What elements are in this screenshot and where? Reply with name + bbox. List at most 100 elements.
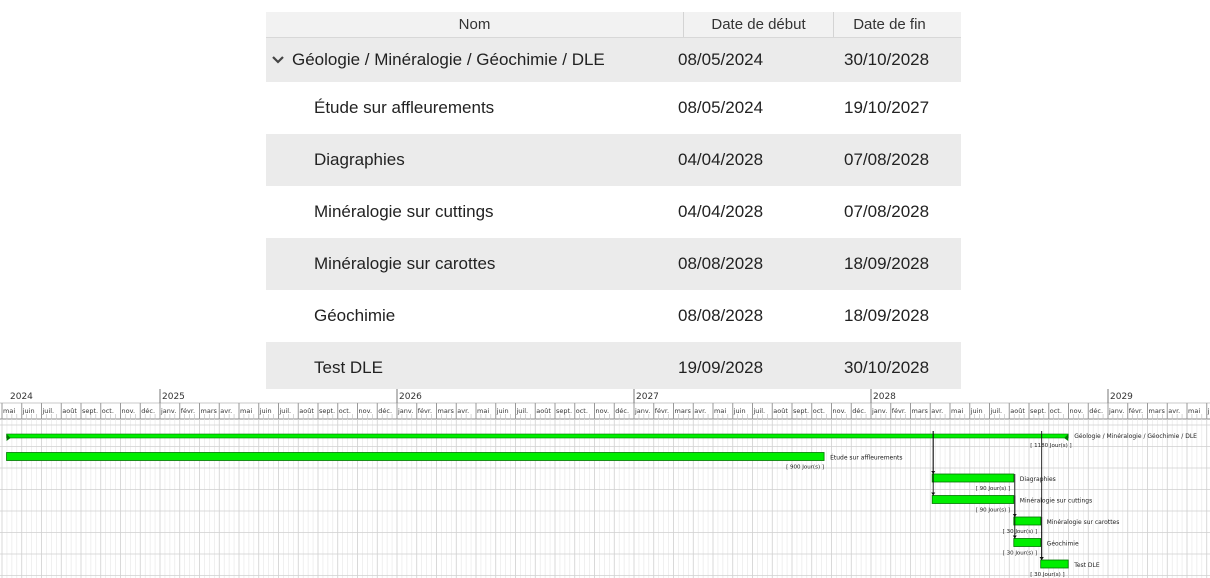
month-label: janv. bbox=[634, 407, 650, 415]
month-label: juin bbox=[496, 407, 509, 415]
month-label: oct. bbox=[576, 407, 588, 415]
month-label: nov. bbox=[359, 407, 373, 415]
column-header-name[interactable]: Nom bbox=[266, 12, 684, 37]
task-bar bbox=[1013, 516, 1042, 526]
table-row[interactable]: Étude sur affleurements 08/05/2024 19/10… bbox=[266, 82, 961, 134]
month-label: févr. bbox=[892, 407, 906, 415]
month-label: déc. bbox=[615, 407, 629, 415]
month-label: avr. bbox=[457, 407, 469, 415]
dependency-arrowhead bbox=[1012, 535, 1017, 539]
month-label: sept. bbox=[1030, 407, 1046, 415]
month-label: juil. bbox=[753, 407, 766, 415]
task-start-date: 04/04/2028 bbox=[678, 150, 764, 169]
month-label: avr. bbox=[694, 407, 706, 415]
month-label: août bbox=[1010, 407, 1025, 415]
month-label: févr. bbox=[655, 407, 669, 415]
month-label: nov. bbox=[122, 407, 136, 415]
month-label: oct. bbox=[1050, 407, 1062, 415]
task-bar bbox=[1013, 538, 1042, 547]
month-label: avr. bbox=[1168, 407, 1180, 415]
dependency-arrowhead bbox=[1039, 557, 1044, 560]
task-duration-label: [ 1180 Jour(s) ] bbox=[1030, 443, 1071, 449]
month-label: avr. bbox=[931, 407, 943, 415]
month-label: juin bbox=[259, 407, 272, 415]
task-name: Géologie / Minéralogie / Géochimie / DLE bbox=[292, 50, 605, 69]
table-row[interactable]: Test DLE 19/09/2028 30/10/2028 bbox=[266, 342, 961, 394]
month-label: août bbox=[62, 407, 77, 415]
task-bar-label: Géologie / Minéralogie / Géochimie / DLE bbox=[1074, 433, 1197, 440]
month-label: sept. bbox=[319, 407, 335, 415]
month-label: avr. bbox=[220, 407, 232, 415]
month-label: nov. bbox=[833, 407, 847, 415]
task-name: Minéralogie sur carottes bbox=[314, 254, 496, 273]
task-bar-label: Étude sur affleurements bbox=[830, 454, 902, 462]
table-row[interactable]: Géologie / Minéralogie / Géochimie / DLE… bbox=[266, 38, 961, 82]
month-label: mars bbox=[201, 407, 218, 415]
month-label: oct. bbox=[813, 407, 825, 415]
month-label: août bbox=[299, 407, 314, 415]
task-start-date: 08/05/2024 bbox=[678, 50, 764, 69]
chevron-down-icon[interactable] bbox=[272, 54, 284, 66]
month-label: août bbox=[536, 407, 551, 415]
task-duration-label: [ 90 Jour(s) ] bbox=[976, 486, 1010, 492]
task-bar-label: Minéralogie sur carottes bbox=[1047, 519, 1120, 526]
month-label: mai bbox=[714, 407, 726, 415]
task-name: Test DLE bbox=[314, 358, 383, 377]
column-header-end[interactable]: Date de fin bbox=[834, 12, 945, 37]
task-end-date: 07/08/2028 bbox=[844, 202, 930, 221]
month-label: août bbox=[773, 407, 788, 415]
month-label: mars bbox=[912, 407, 929, 415]
month-label: mai bbox=[1188, 407, 1200, 415]
month-label: mai bbox=[3, 407, 15, 415]
column-header-start[interactable]: Date de début bbox=[684, 12, 834, 37]
task-end-date: 18/09/2028 bbox=[844, 306, 930, 325]
table-row[interactable]: Minéralogie sur carottes 08/08/2028 18/0… bbox=[266, 238, 961, 290]
table-row[interactable]: Diagraphies 04/04/2028 07/08/2028 bbox=[266, 134, 961, 186]
task-bar-label: Test DLE bbox=[1073, 562, 1100, 569]
gantt-chart[interactable]: 2024 2025 2026 2027 2028 2029mai juin juil. août… bbox=[0, 389, 1210, 578]
task-name: Géochimie bbox=[314, 306, 396, 325]
year-label: 2029 bbox=[1110, 392, 1133, 402]
task-bar bbox=[931, 473, 1015, 483]
month-label: févr. bbox=[1129, 407, 1143, 415]
task-start-date: 08/08/2028 bbox=[678, 254, 764, 273]
task-start-date: 08/08/2028 bbox=[678, 306, 764, 325]
month-label: juin bbox=[22, 407, 35, 415]
task-end-date: 07/08/2028 bbox=[844, 150, 930, 169]
task-bar bbox=[6, 452, 825, 461]
month-label: oct. bbox=[102, 407, 114, 415]
month-label: déc. bbox=[1089, 407, 1103, 415]
month-label: mars bbox=[438, 407, 455, 415]
table-row[interactable]: Géochimie 08/08/2028 18/09/2028 bbox=[266, 290, 961, 342]
task-duration-label: [ 900 Jour(s) ] bbox=[786, 465, 824, 471]
month-label: févr. bbox=[418, 407, 432, 415]
table-row[interactable]: Minéralogie sur cuttings 04/04/2028 07/0… bbox=[266, 186, 961, 238]
month-label: sept. bbox=[556, 407, 572, 415]
task-bar bbox=[1040, 559, 1069, 569]
month-label: déc. bbox=[141, 407, 155, 415]
task-bar-label: Minéralogie sur cuttings bbox=[1020, 498, 1092, 505]
task-name: Diagraphies bbox=[314, 150, 405, 169]
task-end-date: 30/10/2028 bbox=[844, 50, 930, 69]
task-bar-label: Géochimie bbox=[1047, 541, 1079, 548]
month-label: nov. bbox=[596, 407, 610, 415]
task-start-date: 08/05/2024 bbox=[678, 98, 764, 117]
task-name: Étude sur affleurements bbox=[314, 98, 495, 117]
task-name: Minéralogie sur cuttings bbox=[314, 202, 494, 221]
task-bar bbox=[931, 495, 1015, 504]
year-label: 2027 bbox=[636, 392, 659, 402]
month-label: juil. bbox=[42, 407, 55, 415]
task-end-date: 19/10/2027 bbox=[844, 98, 930, 117]
month-label: janv. bbox=[397, 407, 413, 415]
task-duration-label: [ 30 Jour(s) ] bbox=[1003, 551, 1037, 557]
year-label: 2028 bbox=[873, 392, 896, 402]
task-bar-label: Diagraphies bbox=[1020, 476, 1056, 483]
table-header: Nom Date de début Date de fin bbox=[266, 12, 961, 38]
month-label: nov. bbox=[1070, 407, 1084, 415]
task-duration-label: [ 30 Jour(s) ] bbox=[1003, 529, 1037, 535]
task-end-date: 30/10/2028 bbox=[844, 358, 930, 377]
month-label: juin bbox=[970, 407, 983, 415]
task-start-date: 19/09/2028 bbox=[678, 358, 764, 377]
month-label: sept. bbox=[793, 407, 809, 415]
task-end-date: 18/09/2028 bbox=[844, 254, 930, 273]
